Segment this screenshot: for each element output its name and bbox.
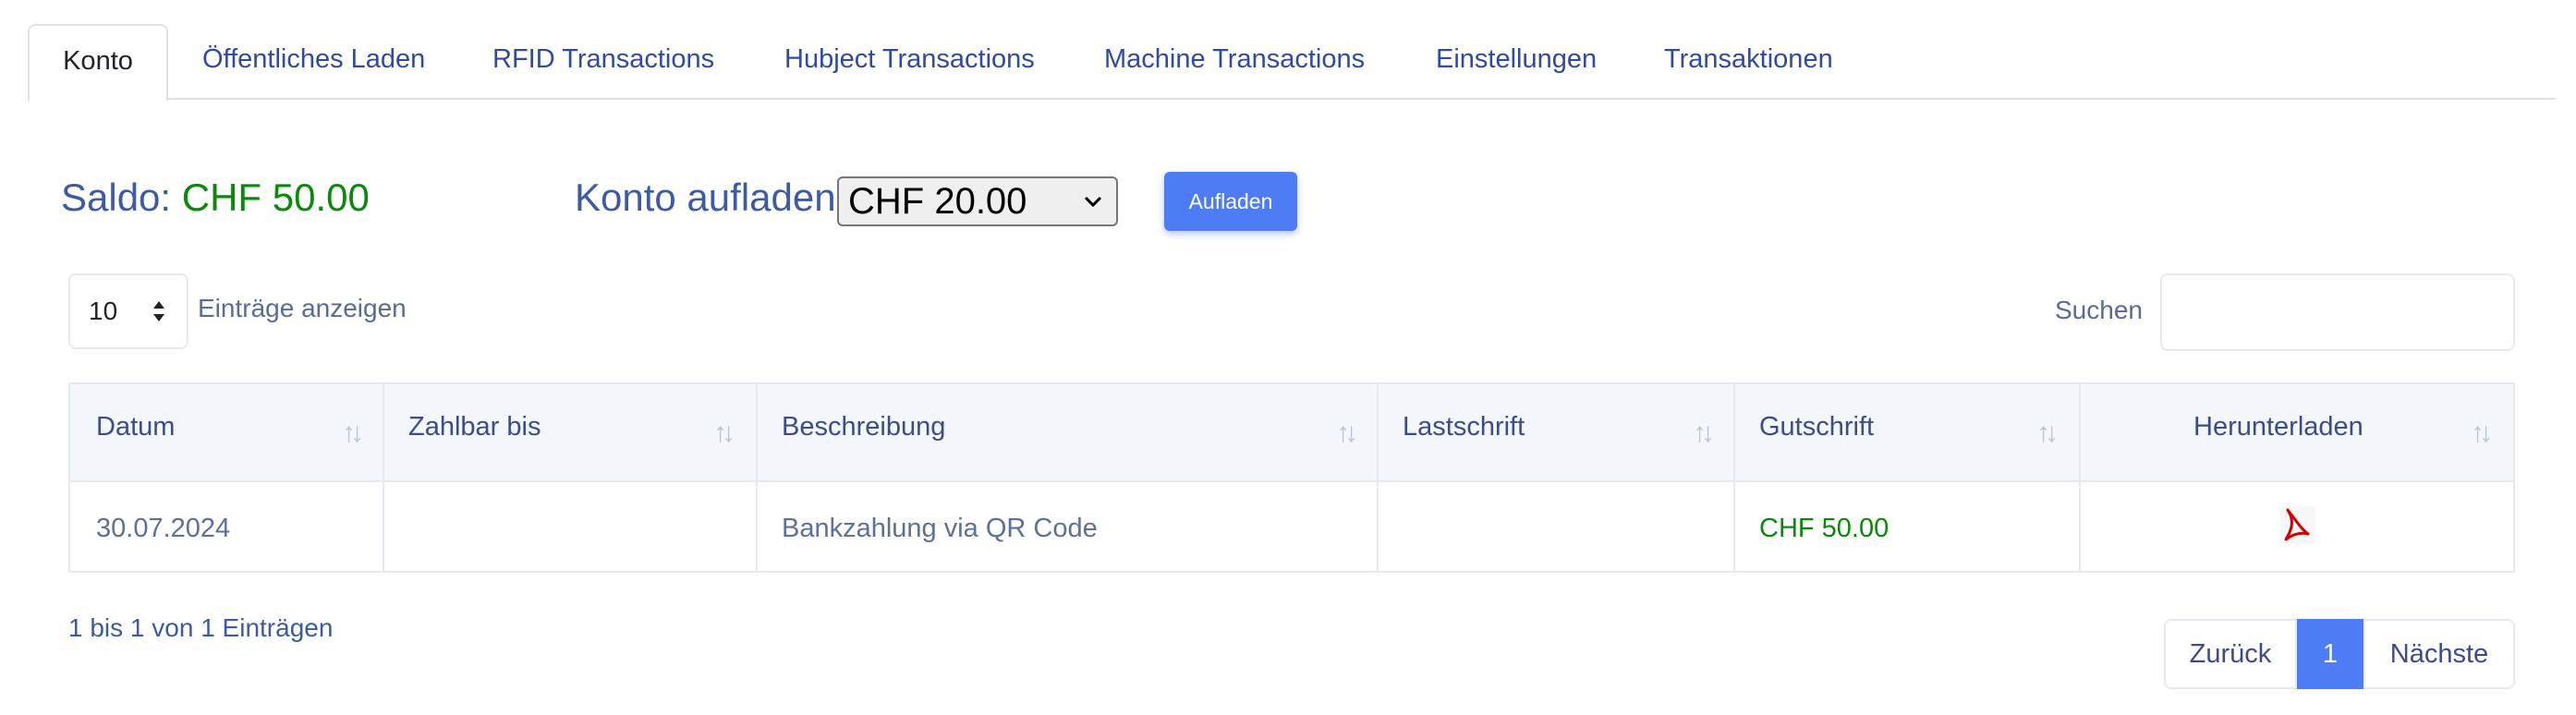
page-1-button[interactable]: 1 <box>2297 619 2363 689</box>
tab-machine-transactions[interactable]: Machine Transactions <box>1104 24 1365 98</box>
cell-herunterladen <box>2081 480 2513 571</box>
search-label: Suchen <box>2055 296 2143 324</box>
column-header-beschreibung[interactable]: Beschreibung ↑↓ <box>758 384 1379 480</box>
column-label: Gutschrift <box>1759 412 1875 442</box>
entries-per-page-value: 10 <box>89 297 118 325</box>
cell-lastschrift <box>1379 480 1735 571</box>
column-label: Herunterladen <box>2193 412 2363 442</box>
tab-transaktionen[interactable]: Transaktionen <box>1664 24 1833 98</box>
column-label: Zahlbar bis <box>408 412 541 442</box>
tab-konto[interactable]: Konto <box>28 24 168 102</box>
column-header-gutschrift[interactable]: Gutschrift ↑↓ <box>1735 384 2081 480</box>
tab-oeffentliches-laden[interactable]: Öffentliches Laden <box>202 24 425 98</box>
column-header-datum[interactable]: Datum ↑↓ <box>70 384 384 480</box>
topup-selected-value: CHF 20.00 <box>848 181 1027 222</box>
column-label: Beschreibung <box>782 412 946 442</box>
balance-display: Saldo: CHF 50.00 <box>61 176 370 220</box>
pdf-icon[interactable] <box>2280 506 2315 548</box>
topup-label: Konto aufladen <box>575 176 836 219</box>
table-header: Datum ↑↓ Zahlbar bis ↑↓ Beschreibung ↑↓ … <box>70 384 2513 482</box>
credit-value: CHF 50.00 <box>1759 514 1889 543</box>
sort-icon: ↑↓ <box>342 418 364 448</box>
tab-rfid-transactions[interactable]: RFID Transactions <box>492 24 714 98</box>
tab-einstellungen[interactable]: Einstellungen <box>1436 24 1597 98</box>
next-page-button[interactable]: Nächste <box>2363 619 2515 689</box>
cell-beschreibung: Bankzahlung via QR Code <box>758 480 1379 571</box>
column-label: Datum <box>96 412 176 442</box>
cell-zahlbar-bis <box>384 480 758 571</box>
updown-icon <box>152 299 166 324</box>
column-header-zahlbar-bis[interactable]: Zahlbar bis ↑↓ <box>384 384 758 480</box>
transactions-table: Datum ↑↓ Zahlbar bis ↑↓ Beschreibung ↑↓ … <box>68 382 2515 573</box>
table-row: 30.07.2024 Bankzahlung via QR Code CHF 5… <box>70 480 2513 571</box>
topup-button[interactable]: Aufladen <box>1164 172 1297 231</box>
description-value: Bankzahlung via QR Code <box>782 514 1098 543</box>
balance-amount: CHF 50.00 <box>181 176 370 219</box>
entries-per-page-label: Einträge anzeigen <box>198 294 407 322</box>
prev-page-button[interactable]: Zurück <box>2164 619 2297 689</box>
cell-gutschrift: CHF 50.00 <box>1735 480 2081 571</box>
column-label: Lastschrift <box>1403 412 1525 442</box>
search-input[interactable] <box>2160 273 2515 351</box>
sort-icon: ↑↓ <box>713 418 735 448</box>
date-value: 30.07.2024 <box>96 514 231 543</box>
topup-amount-select[interactable]: CHF 20.00 <box>837 176 1118 226</box>
sort-icon: ↑↓ <box>1693 418 1715 448</box>
column-header-lastschrift[interactable]: Lastschrift ↑↓ <box>1379 384 1735 480</box>
sort-icon: ↑↓ <box>2471 418 2493 448</box>
sort-icon: ↑↓ <box>2036 418 2059 448</box>
sort-icon: ↑↓ <box>1336 418 1358 448</box>
balance-label: Saldo: <box>61 176 172 219</box>
cell-datum: 30.07.2024 <box>70 480 384 571</box>
column-header-herunterladen[interactable]: Herunterladen ↑↓ <box>2081 384 2513 480</box>
tab-bar: Konto Öffentliches Laden RFID Transactio… <box>28 24 2556 102</box>
chevron-down-icon <box>1083 178 1103 239</box>
tab-hubject-transactions[interactable]: Hubject Transactions <box>784 24 1035 98</box>
table-info: 1 bis 1 von 1 Einträgen <box>68 613 334 642</box>
entries-per-page-select[interactable]: 10 <box>68 273 188 349</box>
